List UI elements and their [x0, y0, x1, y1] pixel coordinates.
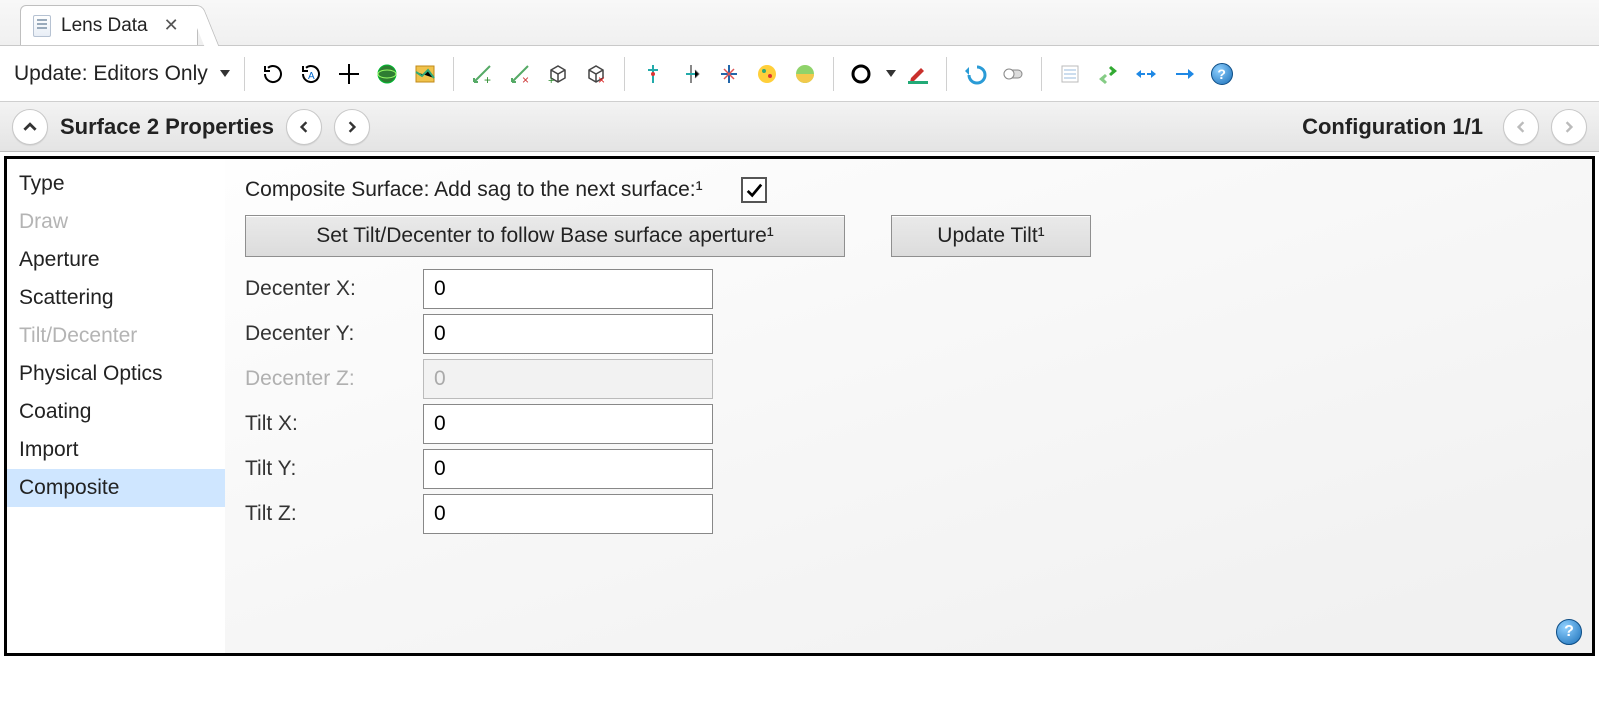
sidemenu-item-coating[interactable]: Coating [7, 393, 225, 431]
brush-icon[interactable] [902, 58, 934, 90]
composite-surface-label: Composite Surface: Add sag to the next s… [245, 178, 703, 202]
separator [833, 57, 834, 91]
separator [1041, 57, 1042, 91]
palette-a-icon[interactable] [751, 58, 783, 90]
undo-icon[interactable] [959, 58, 991, 90]
properties-content: Composite Surface: Add sag to the next s… [225, 159, 1592, 653]
decenter-z-label: Decenter Z: [245, 367, 405, 391]
configuration-label: Configuration 1/1 [1302, 114, 1483, 140]
sidemenu-item-physical-optics[interactable]: Physical Optics [7, 355, 225, 393]
help-icon[interactable]: ? [1206, 58, 1238, 90]
tilt-x-input[interactable] [423, 404, 713, 444]
update-tilt-button[interactable]: Update Tilt¹ [891, 215, 1091, 257]
tilt-z-input[interactable] [423, 494, 713, 534]
collapse-button[interactable] [12, 109, 48, 145]
sidemenu-item-type[interactable]: Type [7, 165, 225, 203]
map-icon[interactable] [409, 58, 441, 90]
list-icon[interactable] [1054, 58, 1086, 90]
config-prev-button[interactable] [1503, 109, 1539, 145]
axis-remove-icon[interactable]: × [504, 58, 536, 90]
svg-text:+: + [484, 73, 491, 86]
element-c-icon[interactable] [713, 58, 745, 90]
separator [946, 57, 947, 91]
sidemenu-item-scattering[interactable]: Scattering [7, 279, 225, 317]
element-a-icon[interactable] [637, 58, 669, 90]
svg-text:×: × [522, 73, 529, 86]
surface-next-button[interactable] [334, 109, 370, 145]
arrow-right-icon[interactable] [1168, 58, 1200, 90]
config-next-button[interactable] [1551, 109, 1587, 145]
decenter-x-input[interactable] [423, 269, 713, 309]
sidemenu-item-composite[interactable]: Composite [7, 469, 225, 507]
link-arrows-icon[interactable] [1130, 58, 1162, 90]
ring-icon[interactable] [846, 58, 878, 90]
tilt-z-label: Tilt Z: [245, 502, 405, 526]
tilt-y-input[interactable] [423, 449, 713, 489]
tab-title: Lens Data [61, 15, 148, 37]
tilt-x-label: Tilt X: [245, 412, 405, 436]
decenter-x-label: Decenter X: [245, 277, 405, 301]
element-b-icon[interactable] [675, 58, 707, 90]
refresh-icon[interactable] [257, 58, 289, 90]
update-mode-label: Update: Editors Only [14, 62, 208, 85]
tilt-y-label: Tilt Y: [245, 457, 405, 481]
svg-text:×: × [598, 73, 605, 86]
toggle-icon[interactable] [997, 58, 1029, 90]
palette-b-icon[interactable] [789, 58, 821, 90]
separator [453, 57, 454, 91]
cube-remove-icon[interactable]: × [580, 58, 612, 90]
chevron-down-icon [220, 70, 230, 77]
svg-text:A: A [308, 71, 315, 82]
axis-add-icon[interactable]: + [466, 58, 498, 90]
panel-help-button[interactable]: ? [1556, 619, 1582, 645]
cube-add-icon[interactable]: + [542, 58, 574, 90]
toolbar: Update: Editors Only A + × + × ? [0, 46, 1599, 102]
separator [244, 57, 245, 91]
document-icon [33, 15, 51, 37]
sidemenu-item-aperture[interactable]: Aperture [7, 241, 225, 279]
properties-header: Surface 2 Properties Configuration 1/1 [0, 102, 1599, 152]
surface-prev-button[interactable] [286, 109, 322, 145]
refresh-auto-icon[interactable]: A [295, 58, 327, 90]
svg-text:+: + [548, 75, 554, 86]
close-icon[interactable]: ✕ [164, 15, 179, 36]
sidemenu-item-tilt-decenter: Tilt/Decenter [7, 317, 225, 355]
sidemenu-item-import[interactable]: Import [7, 431, 225, 469]
globe-icon[interactable] [371, 58, 403, 90]
properties-panel: Type Draw Aperture Scattering Tilt/Decen… [4, 156, 1595, 656]
swap-icon[interactable] [1092, 58, 1124, 90]
decenter-y-input[interactable] [423, 314, 713, 354]
sidemenu-item-draw: Draw [7, 203, 225, 241]
composite-surface-checkbox[interactable] [741, 177, 767, 203]
decenter-z-input [423, 359, 713, 399]
chevron-down-icon[interactable] [880, 63, 896, 85]
properties-title: Surface 2 Properties [60, 114, 274, 140]
tab-lens-data[interactable]: Lens Data ✕ [20, 5, 198, 45]
help-icon: ? [1556, 619, 1582, 645]
properties-sidemenu: Type Draw Aperture Scattering Tilt/Decen… [7, 159, 225, 653]
crosshair-icon[interactable] [333, 58, 365, 90]
decenter-y-label: Decenter Y: [245, 322, 405, 346]
update-mode-dropdown[interactable]: Update: Editors Only [14, 62, 230, 86]
tab-bar: Lens Data ✕ [0, 0, 1599, 46]
separator [624, 57, 625, 91]
set-tilt-decenter-button[interactable]: Set Tilt/Decenter to follow Base surface… [245, 215, 845, 257]
